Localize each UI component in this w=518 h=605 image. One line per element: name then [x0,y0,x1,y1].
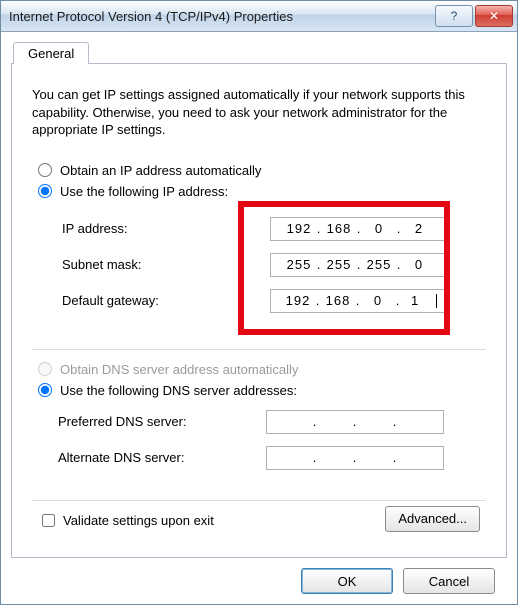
cancel-button[interactable]: Cancel [403,568,495,594]
help-button[interactable]: ? [435,5,473,27]
radio-dns-auto-label: Obtain DNS server address automatically [60,362,298,377]
separator-2 [32,500,486,501]
label-alternate-dns: Alternate DNS server: [38,450,266,465]
advanced-button[interactable]: Advanced... [385,506,480,532]
tabstrip: General [11,40,507,64]
radio-dns-auto-input [38,362,52,376]
input-preferred-dns[interactable]: . . . [266,410,444,434]
radio-ip-manual[interactable]: Use the following IP address: [38,184,486,199]
dialog-buttons: OK Cancel [11,558,507,594]
radio-ip-auto[interactable]: Obtain an IP address automatically [38,163,486,178]
close-icon: ✕ [489,9,499,23]
input-subnet-mask[interactable]: 255. 255. 255. 0 [270,253,448,277]
window-title: Internet Protocol Version 4 (TCP/IPv4) P… [9,9,433,24]
label-subnet-mask: Subnet mask: [42,257,270,272]
radio-ip-auto-label: Obtain an IP address automatically [60,163,261,178]
radio-ip-auto-input[interactable] [38,163,52,177]
radio-dns-manual-label: Use the following DNS server addresses: [60,383,297,398]
tab-general[interactable]: General [13,42,89,64]
description-text: You can get IP settings assigned automat… [32,86,486,139]
label-preferred-dns: Preferred DNS server: [38,414,266,429]
tab-page-general: You can get IP settings assigned automat… [11,63,507,558]
close-button[interactable]: ✕ [475,5,513,27]
client-area: General You can get IP settings assigned… [1,32,517,604]
ok-button[interactable]: OK [301,568,393,594]
input-default-gateway[interactable]: 192. 168. 0. 1 [270,289,448,313]
help-icon: ? [451,9,458,23]
row-preferred-dns: Preferred DNS server: . . . [38,404,480,440]
radio-ip-manual-label: Use the following IP address: [60,184,228,199]
label-ip-address: IP address: [42,221,270,236]
radio-ip-manual-input[interactable] [38,184,52,198]
input-alternate-dns[interactable]: . . . [266,446,444,470]
dialog-window: Internet Protocol Version 4 (TCP/IPv4) P… [0,0,518,605]
ip-address-group: Obtain an IP address automatically Use t… [32,157,486,335]
row-alternate-dns: Alternate DNS server: . . . [38,440,480,476]
input-ip-address[interactable]: 192. 168. 0. 2 [270,217,448,241]
label-default-gateway: Default gateway: [42,293,270,308]
row-default-gateway: Default gateway: 192. 168. 0. 1 [42,283,476,319]
dns-group: Obtain DNS server address automatically … [32,356,486,486]
text-cursor [436,294,437,308]
titlebar: Internet Protocol Version 4 (TCP/IPv4) P… [1,1,517,32]
row-subnet-mask: Subnet mask: 255. 255. 255. 0 [42,247,476,283]
ip-fields-block: IP address: 192. 168. 0. 2 Subnet mask: [32,205,486,335]
separator-1 [32,349,486,350]
radio-dns-auto: Obtain DNS server address automatically [38,362,486,377]
radio-dns-manual-input[interactable] [38,383,52,397]
row-ip-address: IP address: 192. 168. 0. 2 [42,211,476,247]
radio-dns-manual[interactable]: Use the following DNS server addresses: [38,383,486,398]
